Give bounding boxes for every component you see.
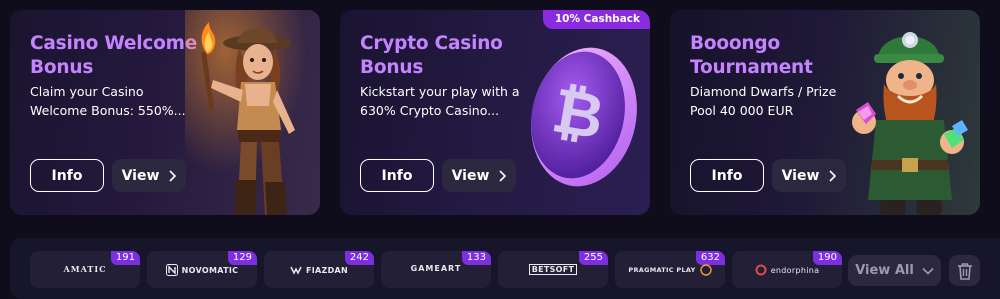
clear-filter-button[interactable] [949, 255, 980, 286]
novomatic-logo-icon [165, 264, 178, 276]
provider-logo: PRAGMATIC PLAY [615, 264, 725, 276]
promo-title-line2: Bonus [30, 57, 94, 78]
dwarf-illustration [840, 10, 980, 215]
promo-desc-line2: 630% Crypto Casino... [360, 103, 500, 118]
promo-desc-line1: Diamond Dwarfs / Prize [690, 84, 837, 99]
promo-title-line1: Casino Welcome [30, 33, 198, 54]
provider-name: AMATIC [63, 264, 107, 274]
provider-strip: 191 AMATIC 129 NOVOMATIC 242 FIAZDAN 133… [10, 238, 1000, 299]
bitcoin-icon: ₿ [520, 35, 640, 200]
promo-title-line1: Crypto Casino [360, 33, 503, 54]
provider-logo: NOVOMATIC [147, 264, 257, 276]
view-all-providers-button[interactable]: View All [848, 255, 941, 286]
promo-description: Diamond Dwarfs / Prize Pool 40 000 EUR [690, 82, 865, 120]
promo-title: Booongo Tournament [690, 32, 865, 80]
provider-count-badge: 133 [461, 251, 491, 265]
info-button-label: Info [381, 167, 413, 184]
cashback-badge: 10% Cashback [542, 10, 650, 29]
info-button-label: Info [51, 167, 83, 184]
promo-view-button[interactable]: View [112, 159, 186, 192]
promo-description: Claim your Casino Welcome Bonus: 550%... [30, 82, 205, 120]
promo-desc-line1: Claim your Casino [30, 84, 144, 99]
chevron-right-icon [499, 169, 507, 182]
promo-title: Casino Welcome Bonus [30, 32, 205, 80]
promo-info-button[interactable]: Info [30, 159, 104, 192]
view-all-label: View All [855, 263, 914, 278]
provider-logo: FIAZDAN [264, 264, 374, 276]
provider-count-badge: 190 [812, 251, 842, 265]
provider-logo: endorphina [732, 264, 842, 276]
promo-title-line2: Tournament [690, 57, 813, 78]
chevron-right-icon [169, 169, 177, 182]
provider-name: BETSOFT [528, 264, 578, 275]
provider-count-badge: 632 [695, 251, 725, 265]
provider-tile-pragmatic-play[interactable]: 632 PRAGMATIC PLAY [615, 251, 725, 288]
promo-desc-line2: Pool 40 000 EUR [690, 103, 794, 118]
provider-count-badge: 191 [110, 251, 140, 265]
endorphina-logo-icon [755, 264, 767, 276]
chevron-down-icon [922, 267, 934, 275]
provider-tile-novomatic[interactable]: 129 NOVOMATIC [147, 251, 257, 288]
chevron-right-icon [829, 169, 837, 182]
provider-tile-fiazdan[interactable]: 242 FIAZDAN [264, 251, 374, 288]
promo-info-button[interactable]: Info [360, 159, 434, 192]
promo-description: Kickstart your play with a 630% Crypto C… [360, 82, 535, 120]
adventurer-illustration [185, 10, 320, 215]
provider-count-badge: 129 [227, 251, 257, 265]
provider-name: PRAGMATIC PLAY [628, 266, 696, 274]
provider-tile-betsoft[interactable]: 255 BETSOFT [498, 251, 608, 288]
promo-title: Crypto Casino Bonus [360, 32, 535, 80]
view-button-label: View [781, 167, 820, 184]
promo-title-line1: Booongo [690, 33, 780, 54]
promo-info-button[interactable]: Info [690, 159, 764, 192]
provider-logo: AMATIC [30, 264, 140, 274]
fiazdan-logo-icon [290, 266, 302, 275]
promo-card-crypto-casino[interactable]: 10% Cashback Crypto Casino Bonus Kicksta… [340, 10, 650, 215]
provider-tile-gameart[interactable]: 133 GAMEART [381, 251, 491, 288]
provider-name: endorphina [770, 265, 820, 275]
provider-logo: BETSOFT [498, 264, 608, 275]
provider-count-badge: 255 [578, 251, 608, 265]
provider-logo: GAMEART [381, 264, 491, 273]
provider-name: NOVOMATIC [181, 265, 239, 275]
provider-count-badge: 242 [344, 251, 374, 265]
promo-view-button[interactable]: View [772, 159, 846, 192]
promo-desc-line2: Welcome Bonus: 550%... [30, 103, 186, 118]
provider-tile-amatic[interactable]: 191 AMATIC [30, 251, 140, 288]
provider-tile-endorphina[interactable]: 190 endorphina [732, 251, 842, 288]
info-button-label: Info [711, 167, 743, 184]
provider-name: GAMEART [410, 264, 462, 273]
provider-name: FIAZDAN [305, 265, 349, 275]
promo-title-line2: Bonus [360, 57, 424, 78]
view-button-label: View [451, 167, 490, 184]
view-button-label: View [121, 167, 160, 184]
promo-view-button[interactable]: View [442, 159, 516, 192]
promo-desc-line1: Kickstart your play with a [360, 84, 520, 99]
trash-icon [957, 262, 972, 280]
promo-card-booongo-tournament[interactable]: Booongo Tournament Diamond Dwarfs / Priz… [670, 10, 980, 215]
promo-card-casino-welcome[interactable]: Casino Welcome Bonus Claim your Casino W… [10, 10, 320, 215]
pragmatic-play-logo-icon [699, 264, 712, 276]
